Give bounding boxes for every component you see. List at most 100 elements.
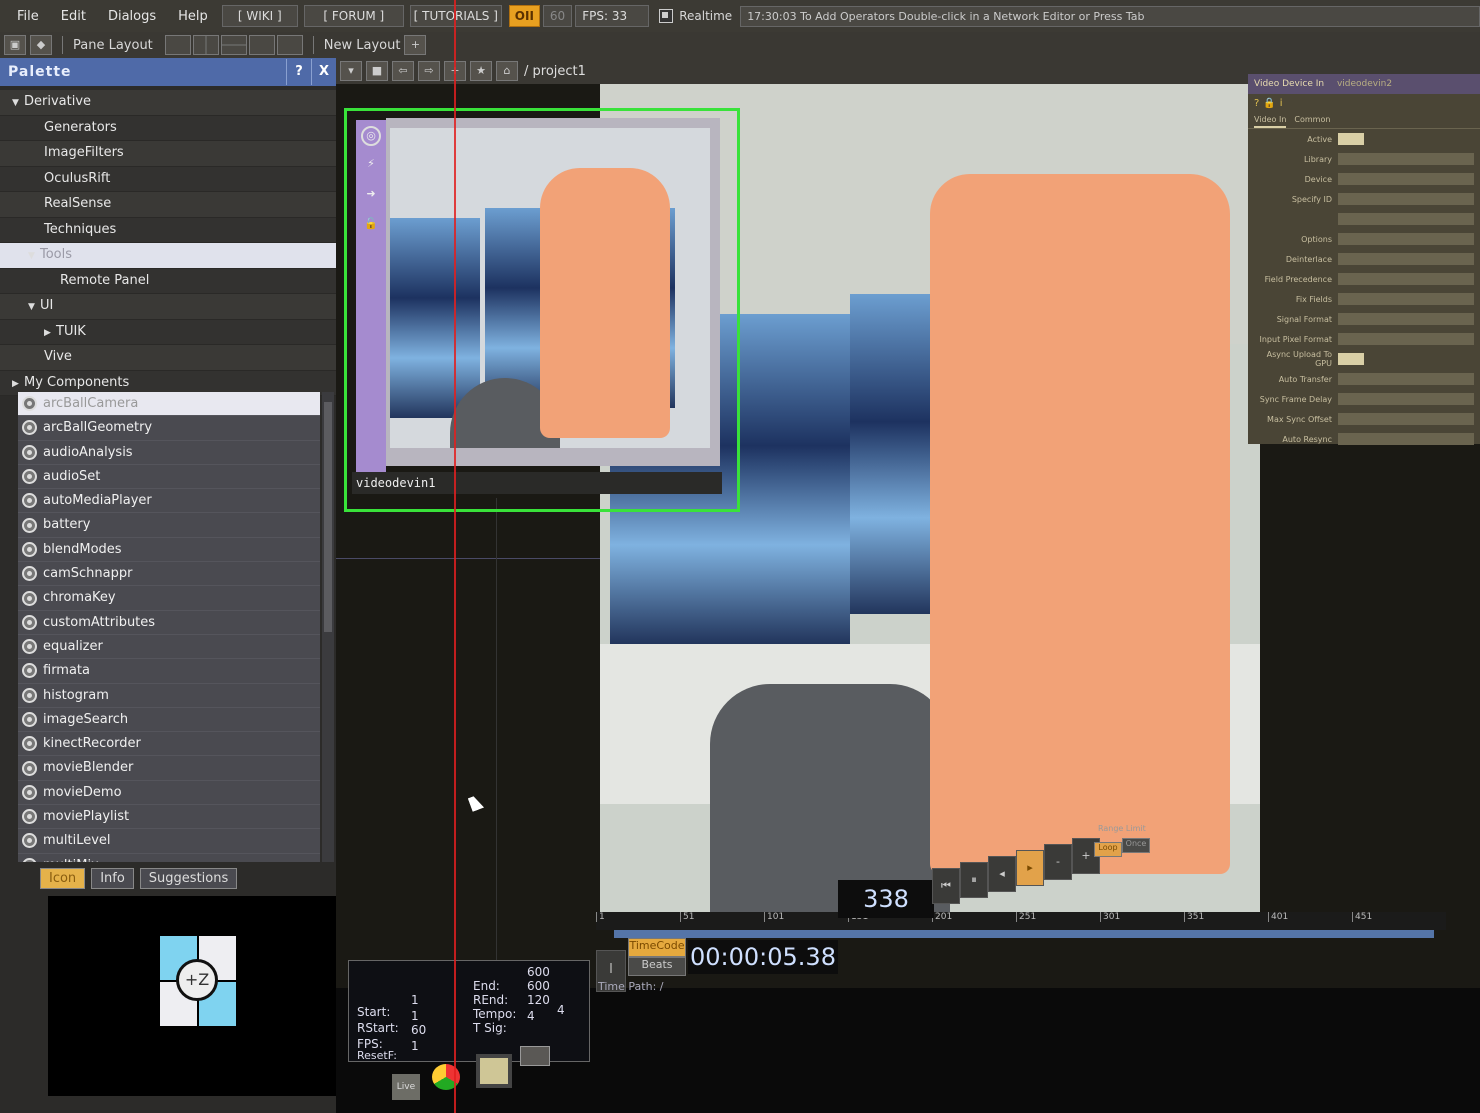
param-field[interactable] xyxy=(1338,433,1474,445)
tree-item[interactable]: ▼ Derivative xyxy=(0,90,336,116)
help-icon[interactable]: ? xyxy=(1254,98,1259,109)
lock-icon[interactable]: 🔓 xyxy=(361,216,381,236)
tab-common[interactable]: Common xyxy=(1294,112,1330,128)
menu-edit[interactable]: Edit xyxy=(50,9,97,24)
tsig-numerator[interactable]: 4 xyxy=(527,1009,535,1023)
add-layout-button[interactable]: + xyxy=(404,35,427,55)
square-icon[interactable]: ■ xyxy=(366,61,388,81)
tree-item[interactable]: OculusRift xyxy=(0,166,336,192)
param-field[interactable] xyxy=(1338,333,1474,345)
cook-arrow-icon[interactable]: ➜ xyxy=(361,186,381,206)
component-item[interactable]: camSchnappr xyxy=(18,562,320,587)
scroll-thumb[interactable] xyxy=(324,402,332,632)
param-field[interactable] xyxy=(1338,233,1474,245)
component-item[interactable]: multiLevel xyxy=(18,829,320,854)
touchdesigner-icon[interactable] xyxy=(476,1054,512,1088)
component-item[interactable]: chromaKey xyxy=(18,586,320,611)
component-item[interactable]: autoMediaPlayer xyxy=(18,489,320,514)
tempo-value[interactable]: 120 xyxy=(527,993,550,1007)
param-field[interactable] xyxy=(1338,413,1474,425)
viewer-toggle-icon[interactable]: ◎ xyxy=(361,126,381,146)
expand-arrow-icon[interactable]: ▼ xyxy=(12,91,24,116)
tree-item[interactable]: ImageFilters xyxy=(0,141,336,167)
forward-arrow-icon[interactable]: ⇨ xyxy=(418,61,440,81)
tree-item[interactable]: RealSense xyxy=(0,192,336,218)
param-field[interactable] xyxy=(1338,293,1474,305)
layout-single-button[interactable] xyxy=(164,35,191,55)
loop-button[interactable]: Loop xyxy=(1094,842,1122,857)
expand-arrow-icon[interactable]: ▼ xyxy=(28,295,40,320)
tree-item[interactable]: Generators xyxy=(0,115,336,141)
geometry-icon[interactable]: ◆ xyxy=(30,35,52,55)
perform-mode-button[interactable]: OII xyxy=(508,5,540,27)
tab-video-in[interactable]: Video In xyxy=(1254,112,1287,128)
component-item[interactable]: arcBallCamera xyxy=(18,392,320,417)
realtime-checkbox[interactable] xyxy=(659,9,674,23)
param-field[interactable] xyxy=(1338,373,1474,385)
node-name-label[interactable]: videodevin1 xyxy=(352,472,722,494)
timecode-display[interactable]: 00:00:05.38 xyxy=(688,940,838,974)
back-arrow-icon[interactable]: ⇦ xyxy=(392,61,414,81)
end-value[interactable]: 600 xyxy=(527,965,550,979)
param-field[interactable] xyxy=(1338,213,1474,225)
tab-icon[interactable]: Icon xyxy=(40,868,86,889)
component-item[interactable]: blendModes xyxy=(18,538,320,563)
param-field[interactable] xyxy=(1338,393,1474,405)
param-field[interactable] xyxy=(1338,153,1474,165)
component-item[interactable]: kinectRecorder xyxy=(18,732,320,757)
network-path[interactable]: / project1 xyxy=(524,64,586,79)
layout-three-button[interactable] xyxy=(248,35,275,55)
param-field[interactable] xyxy=(1338,173,1474,185)
param-toggle[interactable] xyxy=(1338,353,1364,365)
timeline-ruler[interactable]: 151101151201251301351401451 xyxy=(596,912,1446,930)
component-item[interactable]: imageSearch xyxy=(18,708,320,733)
tree-item[interactable]: ▼ Tools xyxy=(0,243,336,269)
component-list-scrollbar[interactable] xyxy=(322,392,334,862)
tree-item[interactable]: Remote Panel xyxy=(0,268,336,294)
home-icon[interactable]: ⌂ xyxy=(496,61,518,81)
component-item[interactable]: movieDemo xyxy=(18,781,320,806)
frame-display[interactable]: 338 xyxy=(838,880,934,918)
param-field[interactable] xyxy=(1338,253,1474,265)
once-button[interactable]: Once xyxy=(1122,838,1150,853)
menu-file[interactable]: File xyxy=(6,9,50,24)
live-app-icon[interactable]: Live xyxy=(392,1074,420,1100)
image-icon[interactable]: ▣ xyxy=(4,35,26,55)
menu-dialogs[interactable]: Dialogs xyxy=(97,9,167,24)
start-value[interactable]: 1 xyxy=(411,993,419,1007)
rend-value[interactable]: 600 xyxy=(527,979,550,993)
tab-info[interactable]: Info xyxy=(91,868,134,889)
tree-item[interactable]: ▶ TUIK xyxy=(0,319,336,345)
menu-help[interactable]: Help xyxy=(167,9,219,24)
palette-close-button[interactable]: X xyxy=(311,59,336,85)
forum-button[interactable]: [ FORUM ] xyxy=(303,5,404,27)
component-item[interactable]: moviePlaylist xyxy=(18,805,320,830)
param-field[interactable] xyxy=(1338,273,1474,285)
playhead-line[interactable] xyxy=(454,0,456,1113)
tsig-denominator[interactable]: 4 xyxy=(557,1003,565,1017)
lock-icon[interactable]: 🔒 xyxy=(1263,98,1275,109)
component-item[interactable]: customAttributes xyxy=(18,611,320,635)
component-item[interactable]: audioSet xyxy=(18,465,320,490)
tree-item[interactable]: Techniques xyxy=(0,217,336,243)
component-item[interactable]: arcBallGeometry xyxy=(18,416,320,441)
bypass-icon[interactable]: ⚡ xyxy=(361,156,381,176)
tree-item[interactable]: ▼ UI xyxy=(0,294,336,320)
timeline-range-bar[interactable] xyxy=(614,930,1434,938)
fps-value[interactable]: 60 xyxy=(411,1023,426,1037)
rstart-value[interactable]: 1 xyxy=(411,1009,419,1023)
component-item[interactable]: audioAnalysis xyxy=(18,441,320,465)
layout-hsplit-button[interactable] xyxy=(220,35,247,55)
fps-cap-field[interactable]: 60 xyxy=(542,5,573,27)
play-button[interactable]: ▸ xyxy=(1016,850,1044,886)
component-item[interactable]: firmata xyxy=(18,659,320,684)
beats-mode-button[interactable]: Beats xyxy=(628,957,686,976)
star-icon[interactable]: ★ xyxy=(470,61,492,81)
menu-down-icon[interactable]: ▾ xyxy=(340,61,362,81)
param-field[interactable] xyxy=(1338,193,1474,205)
component-item[interactable]: battery xyxy=(18,513,320,538)
minus-button[interactable]: - xyxy=(1044,844,1072,880)
tab-suggestions[interactable]: Suggestions xyxy=(139,868,238,889)
step-back-button[interactable]: ◂ xyxy=(988,856,1016,892)
pause-button[interactable]: ⏸ xyxy=(960,862,988,898)
